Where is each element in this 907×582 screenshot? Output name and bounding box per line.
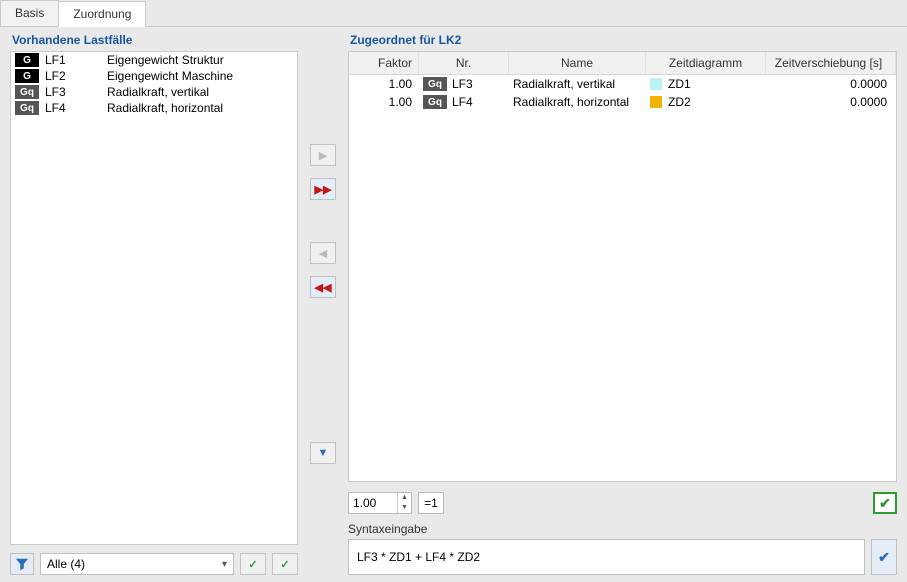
col-zeitdiagramm: Zeitdiagramm bbox=[646, 52, 766, 74]
triangle-down-bar-icon: ▼ bbox=[318, 447, 329, 459]
list-item[interactable]: G LF1 Eigengewicht Struktur bbox=[11, 52, 297, 68]
loadcase-badge: G bbox=[15, 69, 39, 83]
deselect-all-button[interactable]: ✓ bbox=[272, 553, 298, 575]
move-all-right-button[interactable]: ▶▶ bbox=[310, 178, 336, 200]
col-faktor: Faktor bbox=[349, 52, 419, 74]
double-triangle-left-icon: ◀◀ bbox=[315, 281, 332, 294]
col-zeitverschiebung: Zeitverschiebung [s] bbox=[766, 52, 896, 74]
available-title: Vorhandene Lastfälle bbox=[10, 33, 298, 47]
cell-zeitdiagramm: ZD1 bbox=[646, 76, 766, 92]
triangle-left-icon: ◀ bbox=[319, 247, 327, 260]
color-chip bbox=[650, 96, 662, 108]
syntax-label: Syntaxeingabe bbox=[348, 522, 897, 536]
check-icon: ✔ bbox=[878, 549, 890, 566]
triangle-right-icon: ▶ bbox=[319, 149, 327, 162]
loadcase-code: LF3 bbox=[45, 85, 101, 99]
loadcase-name: Eigengewicht Struktur bbox=[107, 53, 293, 67]
check-icon: ✔ bbox=[879, 495, 891, 512]
table-row[interactable]: 1.00 Gq LF3 Radialkraft, vertikal ZD1 0.0000 bbox=[349, 75, 896, 93]
assigned-table[interactable]: Faktor Nr. Name Zeitdiagramm Zeitverschi… bbox=[348, 51, 897, 482]
loadcase-badge: Gq bbox=[423, 95, 447, 109]
zeit-label: ZD2 bbox=[668, 95, 691, 109]
cell-nr: Gq LF3 bbox=[419, 76, 509, 92]
table-header: Faktor Nr. Name Zeitdiagramm Zeitverschi… bbox=[349, 52, 896, 75]
cell-name: Radialkraft, vertikal bbox=[509, 76, 646, 92]
loadcase-name: Eigengewicht Maschine bbox=[107, 69, 293, 83]
tab-bar: Basis Zuordnung bbox=[0, 0, 907, 27]
check-icon: ✓ bbox=[280, 558, 289, 571]
loadcase-name: Radialkraft, horizontal bbox=[107, 101, 293, 115]
col-nr: Nr. bbox=[419, 52, 509, 74]
double-triangle-right-icon: ▶▶ bbox=[315, 183, 332, 196]
chevron-down-icon: ▾ bbox=[222, 559, 227, 570]
assigned-title: Zugeordnet für LK2 bbox=[348, 33, 897, 47]
loadcase-badge: G bbox=[15, 53, 39, 67]
loadcase-badge: Gq bbox=[15, 85, 39, 99]
loadcase-code: LF4 bbox=[45, 101, 101, 115]
available-list[interactable]: G LF1 Eigengewicht Struktur G LF2 Eigengewich… bbox=[10, 51, 298, 545]
filter-button[interactable] bbox=[10, 553, 34, 575]
cell-faktor: 1.00 bbox=[349, 94, 419, 110]
check-icon: ✓ bbox=[248, 558, 257, 571]
syntax-input[interactable]: LF3 * ZD1 + LF4 * ZD2 bbox=[348, 539, 865, 575]
loadcase-code: LF2 bbox=[45, 69, 101, 83]
panel-assigned: Zugeordnet für LK2 Faktor Nr. Name Zeitd… bbox=[344, 27, 907, 581]
move-all-left-button[interactable]: ◀◀ bbox=[310, 276, 336, 298]
spin-down-icon[interactable]: ▼ bbox=[398, 503, 411, 513]
loadcase-code: LF1 bbox=[45, 53, 101, 67]
list-item[interactable]: Gq LF4 Radialkraft, horizontal bbox=[11, 100, 297, 116]
spin-up-icon[interactable]: ▲ bbox=[398, 493, 411, 503]
filter-combo[interactable]: Alle (4) ▾ bbox=[40, 553, 234, 575]
funnel-icon bbox=[15, 557, 29, 571]
factor-input[interactable] bbox=[349, 494, 397, 512]
tab-zuordnung[interactable]: Zuordnung bbox=[58, 1, 146, 27]
list-item[interactable]: Gq LF3 Radialkraft, vertikal bbox=[11, 84, 297, 100]
move-right-button[interactable]: ▶ bbox=[310, 144, 336, 166]
table-row[interactable]: 1.00 Gq LF4 Radialkraft, horizontal ZD2 0.000… bbox=[349, 93, 896, 111]
loadcase-code: LF4 bbox=[452, 95, 473, 109]
loadcase-name: Radialkraft, vertikal bbox=[107, 85, 293, 99]
cell-nr: Gq LF4 bbox=[419, 94, 509, 110]
syntax-apply-button[interactable]: ✔ bbox=[871, 539, 897, 575]
move-to-bottom-button[interactable]: ▼ bbox=[310, 442, 336, 464]
transfer-buttons: ▶ ▶▶ ◀ ◀◀ ▼ bbox=[302, 27, 344, 581]
cell-zeitdiagramm: ZD2 bbox=[646, 94, 766, 110]
cell-name: Radialkraft, horizontal bbox=[509, 94, 646, 110]
move-left-button[interactable]: ◀ bbox=[310, 242, 336, 264]
cell-zeitverschiebung: 0.0000 bbox=[766, 94, 896, 110]
zeit-label: ZD1 bbox=[668, 77, 691, 91]
loadcase-code: LF3 bbox=[452, 77, 473, 91]
factor-spinner[interactable]: ▲ ▼ bbox=[348, 492, 412, 514]
loadcase-badge: Gq bbox=[423, 77, 447, 91]
color-chip bbox=[650, 78, 662, 90]
spinner-buttons[interactable]: ▲ ▼ bbox=[397, 493, 411, 513]
loadcase-badge: Gq bbox=[15, 101, 39, 115]
set-one-button[interactable]: =1 bbox=[418, 492, 444, 514]
panel-available-loadcases: Vorhandene Lastfälle G LF1 Eigengewicht St… bbox=[0, 27, 302, 581]
col-name: Name bbox=[509, 52, 646, 74]
tab-basis[interactable]: Basis bbox=[0, 0, 59, 26]
select-all-button[interactable]: ✓ bbox=[240, 553, 266, 575]
confirm-button[interactable]: ✔ bbox=[873, 492, 897, 514]
cell-zeitverschiebung: 0.0000 bbox=[766, 76, 896, 92]
cell-faktor: 1.00 bbox=[349, 76, 419, 92]
list-item[interactable]: G LF2 Eigengewicht Maschine bbox=[11, 68, 297, 84]
filter-combo-label: Alle (4) bbox=[47, 557, 85, 571]
